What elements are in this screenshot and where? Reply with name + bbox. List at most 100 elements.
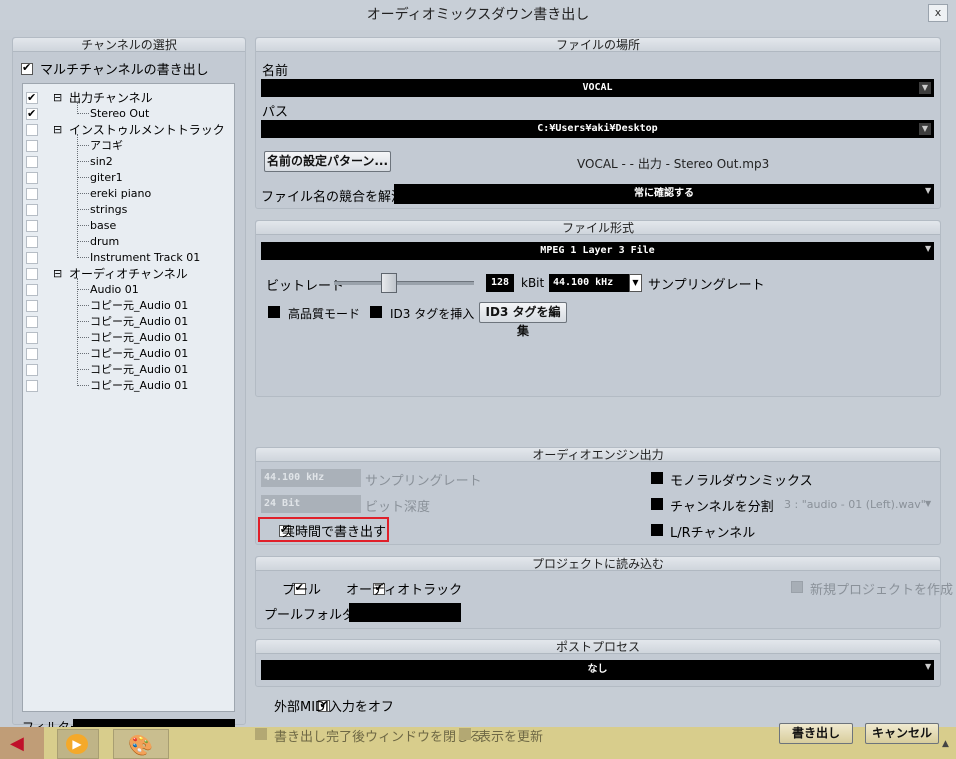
tree-row[interactable]: コピー元_Audio 01 [23, 346, 234, 362]
tree-row-checkbox[interactable] [26, 364, 38, 376]
id3-edit-button[interactable]: ID3 タグを編集 [479, 302, 567, 338]
close-after-label: 書き出し完了後ウィンドウを閉じる [274, 730, 483, 745]
pool-folder-input[interactable] [349, 603, 461, 622]
lr-channel-label: L/Rチャンネル [670, 526, 756, 541]
tree-row-checkbox[interactable] [26, 204, 38, 216]
tree-row[interactable]: giter1 [23, 170, 234, 186]
tree-row[interactable]: ereki piano [23, 186, 234, 202]
file-format-select[interactable]: MPEG 1 Layer 3 File [261, 242, 934, 260]
tree-row-label: コピー元_Audio 01 [90, 379, 189, 392]
tree-connector [77, 289, 89, 290]
samplerate-select[interactable]: 44.100 kHz [549, 274, 629, 292]
file-location-header: ファイルの場所 [256, 38, 940, 52]
post-process-select[interactable]: なし [261, 660, 934, 680]
file-format-dropdown-icon[interactable]: ▼ [925, 244, 931, 253]
tree-row[interactable]: drum [23, 234, 234, 250]
tree-row[interactable]: ⊟ 出力チャンネル [23, 90, 234, 106]
name-dropdown-icon[interactable]: ▼ [919, 82, 931, 94]
close-button[interactable]: x [928, 4, 948, 22]
id3-insert-checkbox[interactable] [370, 306, 382, 318]
bitrate-unit: kBit [521, 276, 545, 290]
tree-row[interactable]: コピー元_Audio 01 [23, 362, 234, 378]
tree-guide-line [77, 134, 78, 258]
bitrate-slider-track[interactable] [334, 281, 474, 285]
path-dropdown-icon[interactable]: ▼ [919, 123, 931, 135]
mono-downmix-checkbox[interactable] [651, 472, 663, 484]
hq-mode-checkbox[interactable] [268, 306, 280, 318]
bitrate-value[interactable]: 128 [486, 274, 514, 292]
tree-row[interactable]: コピー元_Audio 01 [23, 378, 234, 394]
engine-bitdepth-select: 24 Bit [261, 495, 361, 513]
tree-row-label: 出力チャンネル [69, 91, 153, 105]
file-format-header: ファイル形式 [256, 221, 940, 235]
tree-row[interactable]: strings [23, 202, 234, 218]
tree-row-checkbox[interactable] [26, 332, 38, 344]
tree-row-checkbox[interactable] [26, 124, 38, 136]
samplerate-dropdown-icon[interactable]: ▼ [629, 274, 642, 292]
tree-collapse-icon[interactable]: ⊟ [53, 266, 62, 282]
cubase-taskbar-button[interactable]: ◀ [0, 727, 44, 759]
export-button[interactable]: 書き出し [779, 723, 853, 744]
tree-row[interactable]: Audio 01 [23, 282, 234, 298]
tree-collapse-icon[interactable]: ⊟ [53, 122, 62, 138]
tree-row-checkbox[interactable] [26, 284, 38, 296]
channel-panel-header: チャンネルの選択 [13, 38, 245, 52]
tree-row-checkbox[interactable] [26, 172, 38, 184]
tree-row[interactable]: コピー元_Audio 01 [23, 330, 234, 346]
tree-row-checkbox[interactable] [26, 380, 38, 392]
conflict-select[interactable]: 常に確認する [394, 184, 934, 204]
tree-row[interactable]: ⊟ インストゥルメントトラック [23, 122, 234, 138]
channel-tree[interactable]: ⊟ 出力チャンネル Stereo Out ⊟ インストゥルメントトラックアコギ sin2 g… [22, 83, 235, 712]
tree-row[interactable]: コピー元_Audio 01 [23, 314, 234, 330]
tree-row-checkbox[interactable] [26, 90, 38, 106]
bitrate-slider-thumb[interactable] [381, 273, 397, 293]
post-process-dropdown-icon[interactable]: ▼ [925, 662, 931, 671]
path-field[interactable]: C:¥Users¥aki¥Desktop [261, 120, 934, 138]
close-after-checkbox[interactable] [255, 728, 267, 740]
naming-pattern-button[interactable]: 名前の設定パターン... [264, 151, 391, 172]
cancel-button[interactable]: キャンセル [865, 723, 939, 744]
taskbar-expand-icon[interactable]: ▲ [942, 739, 949, 749]
tree-row[interactable]: ⊟ オーディオチャンネル [23, 266, 234, 282]
paint-taskbar-button[interactable]: 🎨 [113, 729, 169, 759]
tree-row-checkbox[interactable] [26, 140, 38, 152]
multichannel-checkbox[interactable] [21, 61, 33, 75]
tree-row[interactable]: base [23, 218, 234, 234]
tree-row-label: ereki piano [90, 187, 152, 200]
tree-row[interactable]: Stereo Out [23, 106, 234, 122]
conflict-label: ファイル名の競合を解決 [261, 190, 405, 205]
tree-connector [77, 193, 89, 194]
tree-row-checkbox[interactable] [26, 316, 38, 328]
tree-row-checkbox[interactable] [26, 156, 38, 168]
tree-row-label: オーディオチャンネル [69, 267, 188, 281]
media-taskbar-button[interactable]: ▶ [57, 729, 99, 759]
tree-row-label: Audio 01 [90, 283, 139, 296]
tree-collapse-icon[interactable]: ⊟ [53, 90, 62, 106]
tree-row-checkbox[interactable] [26, 268, 38, 280]
tree-row[interactable]: sin2 [23, 154, 234, 170]
update-display-checkbox[interactable] [459, 728, 471, 740]
tree-row-checkbox[interactable] [26, 188, 38, 200]
split-channels-value: 3 : "audio - 01 (Left).wav" [784, 498, 926, 511]
tree-row-checkbox[interactable] [26, 236, 38, 248]
lr-channel-checkbox[interactable] [651, 524, 663, 536]
tree-row-label: base [90, 219, 117, 232]
split-channels-checkbox[interactable] [651, 498, 663, 510]
tree-row-checkbox[interactable] [26, 220, 38, 232]
tree-connector [77, 305, 89, 306]
tree-row[interactable]: Instrument Track 01 [23, 250, 234, 266]
tree-row-label: sin2 [90, 155, 113, 168]
name-field[interactable]: VOCAL [261, 79, 934, 97]
new-project-checkbox [791, 581, 803, 593]
conflict-dropdown-icon[interactable]: ▼ [925, 186, 931, 195]
tree-row[interactable]: コピー元_Audio 01 [23, 298, 234, 314]
tree-row-checkbox[interactable] [26, 300, 38, 312]
tree-row-checkbox[interactable] [26, 348, 38, 360]
tree-row-checkbox[interactable] [26, 106, 38, 122]
tree-row-label: drum [90, 235, 120, 248]
window-title: オーディオミックスダウン書き出し [366, 7, 590, 23]
tree-row[interactable]: アコギ [23, 138, 234, 154]
tree-row-label: strings [90, 203, 128, 216]
tree-row-checkbox[interactable] [26, 252, 38, 264]
engine-output-header: オーディオエンジン出力 [256, 448, 940, 462]
